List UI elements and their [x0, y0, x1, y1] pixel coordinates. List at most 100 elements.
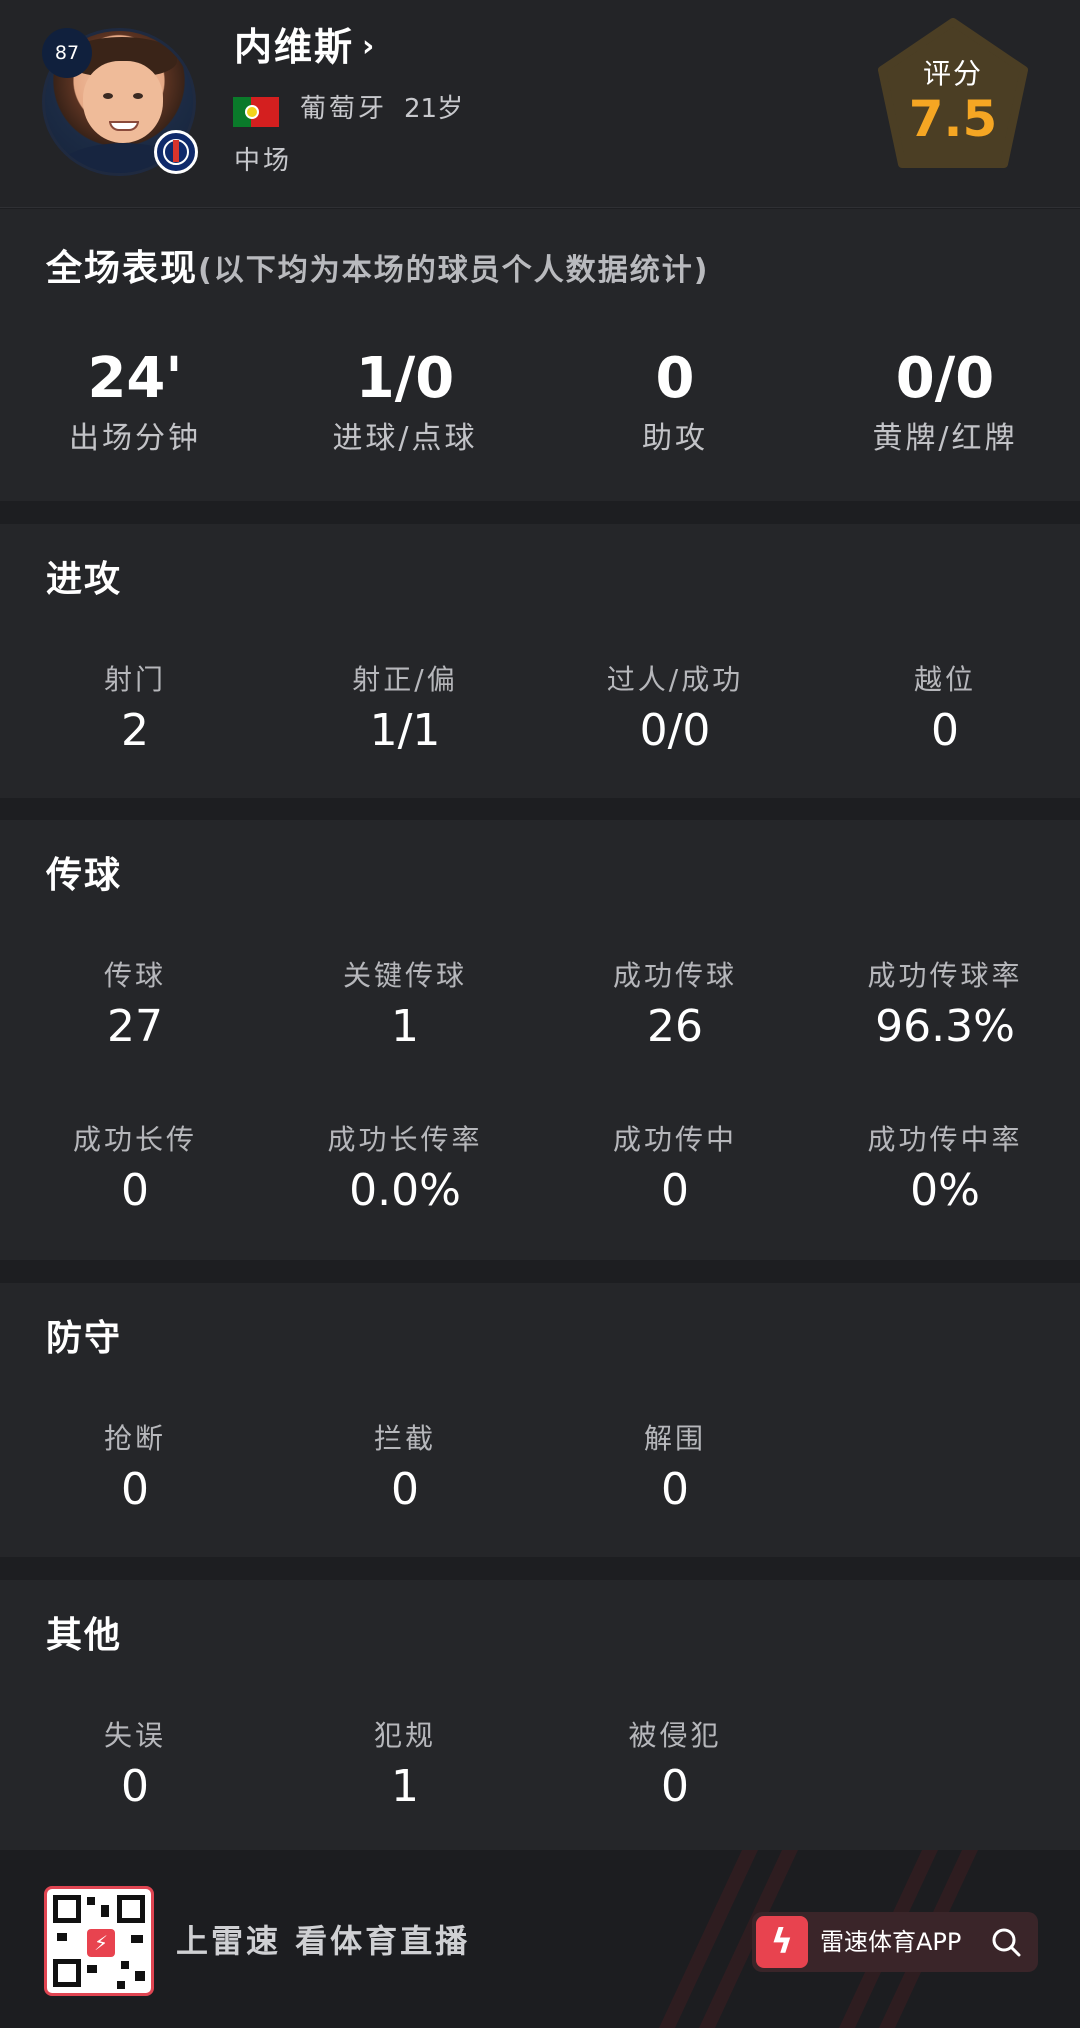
stat-label: 过人/成功: [606, 663, 744, 696]
stat-value: 96.3%: [875, 1001, 1015, 1052]
stat-label: 解围: [643, 1422, 706, 1455]
stat-goals-penalties: 1/0 进球/点球: [285, 339, 525, 459]
overview-title-text: 全场表现: [46, 248, 199, 289]
stat-label: 成功传中率: [867, 1123, 1023, 1156]
stat-label: 犯规: [373, 1719, 436, 1752]
stat-label: 黄牌/红牌: [872, 421, 1018, 456]
stat-value: 24': [87, 346, 183, 411]
stat-label: 成功长传: [72, 1123, 197, 1156]
passing-section: 传球 传球 27 关键传球 1 成功传球 26 成功传球率 96.3% 成功长传…: [0, 820, 1080, 1260]
stat-value: 0: [121, 1761, 149, 1812]
player-age: 21岁: [404, 94, 464, 124]
stat-value: 0/0: [895, 346, 995, 411]
stat-interceptions: 拦截 0: [285, 1419, 525, 1521]
stat-minutes: 24' 出场分钟: [15, 339, 255, 459]
stat-fouls: 犯规 1: [285, 1716, 525, 1818]
stat-label: 进球/点球: [332, 421, 478, 456]
stat-label: 成功传球率: [867, 959, 1023, 992]
overview-title: 全场表现(以下均为本场的球员个人数据统计): [46, 239, 709, 291]
rating-value: 7.5: [908, 90, 998, 148]
stat-value: 26: [647, 1001, 703, 1052]
stat-value: 1: [391, 1761, 419, 1812]
stat-label: 成功长传率: [327, 1123, 483, 1156]
stat-long-ball-accuracy: 成功长传率 0.0%: [285, 1120, 525, 1222]
overview-subtitle: (以下均为本场的球员个人数据统计): [198, 253, 710, 288]
stat-shots-on-off: 射正/偏 1/1: [285, 660, 525, 762]
app-label: 雷速体育APP: [820, 1928, 962, 1956]
app-logo-icon: ϟ: [756, 1916, 808, 1968]
defense-title: 防守: [46, 1318, 123, 1359]
stat-label: 成功传球: [612, 959, 737, 992]
app-download-button[interactable]: ϟ 雷速体育APP: [752, 1912, 1038, 1972]
player-avatar[interactable]: 87: [42, 28, 200, 176]
stat-clearances: 解围 0: [555, 1419, 795, 1521]
stat-label: 成功传中: [612, 1123, 737, 1156]
stat-label: 拦截: [373, 1422, 436, 1455]
qr-code-icon[interactable]: ⚡: [44, 1886, 154, 1996]
stat-value: 1: [391, 1001, 419, 1052]
stat-errors: 失误 0: [15, 1716, 255, 1818]
stat-value: 0.0%: [349, 1165, 461, 1216]
stat-label: 出场分钟: [69, 421, 201, 456]
stat-value: 0/0: [639, 705, 711, 756]
stat-label: 被侵犯: [628, 1719, 722, 1752]
stat-label: 越位: [913, 663, 976, 696]
player-nation: 葡萄牙: [300, 94, 388, 124]
defense-section: 防守 抢断 0 拦截 0 解围 0: [0, 1283, 1080, 1557]
stat-value: 0: [931, 705, 959, 756]
attack-section: 进攻 射门 2 射正/偏 1/1 过人/成功 0/0 越位 0: [0, 524, 1080, 798]
stat-value: 27: [107, 1001, 163, 1052]
stat-cards: 0/0 黄牌/红牌: [825, 339, 1065, 459]
overview-section: 全场表现(以下均为本场的球员个人数据统计) 24' 出场分钟 1/0 进球/点球…: [0, 209, 1080, 501]
stat-value: 0: [391, 1464, 419, 1515]
stat-value: 0: [121, 1165, 149, 1216]
stat-successful-passes: 成功传球 26: [555, 956, 795, 1058]
stat-value: 0: [121, 1464, 149, 1515]
stat-value: 0: [661, 1165, 689, 1216]
stat-crosses: 成功传中 0: [555, 1120, 795, 1222]
passing-title: 传球: [46, 855, 123, 896]
stat-label: 传球: [103, 959, 166, 992]
club-badge-icon: [154, 130, 198, 174]
stat-offsides: 越位 0: [825, 660, 1065, 762]
stat-value: 0%: [910, 1165, 980, 1216]
stat-value: 2: [121, 705, 149, 756]
chevron-right-icon: ›: [362, 29, 377, 64]
footer-slogan: 上雷速 看体育直播: [176, 1922, 471, 1960]
stat-passes: 传球 27: [15, 956, 255, 1058]
flag-portugal-icon: [233, 97, 279, 127]
search-icon[interactable]: [990, 1926, 1022, 1958]
other-title: 其他: [46, 1615, 123, 1656]
stat-label: 射正/偏: [352, 663, 458, 696]
stat-assists: 0 助攻: [555, 339, 795, 459]
player-header: 87 内维斯 › 葡萄牙 21岁 中场 评分 7.5: [0, 0, 1080, 208]
rating-label: 评分: [922, 57, 983, 90]
other-section: 其他 失误 0 犯规 1 被侵犯 0: [0, 1580, 1080, 1850]
stat-label: 助攻: [642, 421, 708, 456]
player-name: 内维斯: [234, 25, 355, 69]
player-name-link[interactable]: 内维斯 ›: [234, 20, 376, 74]
promo-footer: ⚡ 上雷速 看体育直播 ϟ 雷速体育APP: [0, 1850, 1080, 2028]
stat-value: 0: [661, 1761, 689, 1812]
stat-long-balls: 成功长传 0: [15, 1120, 255, 1222]
stat-tackles: 抢断 0: [15, 1419, 255, 1521]
stat-label: 失误: [103, 1719, 166, 1752]
stat-label: 关键传球: [342, 959, 467, 992]
stat-key-passes: 关键传球 1: [285, 956, 525, 1058]
stat-shots: 射门 2: [15, 660, 255, 762]
stat-dribbles: 过人/成功 0/0: [555, 660, 795, 762]
app-logo-icon: ⚡: [87, 1929, 115, 1957]
stat-label: 抢断: [103, 1422, 166, 1455]
stat-cross-accuracy: 成功传中率 0%: [825, 1120, 1065, 1222]
player-position: 中场: [234, 146, 293, 176]
stat-fouled: 被侵犯 0: [555, 1716, 795, 1818]
stat-value: 1/0: [355, 346, 455, 411]
player-stats-page: 87 内维斯 › 葡萄牙 21岁 中场 评分 7.5 全场表现(以下均为本场的球…: [0, 0, 1080, 2028]
stat-value: 1/1: [369, 705, 441, 756]
stat-value: 0: [655, 346, 695, 411]
stat-value: 0: [661, 1464, 689, 1515]
stat-pass-accuracy: 成功传球率 96.3%: [825, 956, 1065, 1058]
attack-title: 进攻: [46, 559, 123, 600]
rating-badge: 评分 7.5: [878, 18, 1028, 168]
stat-label: 射门: [103, 663, 166, 696]
